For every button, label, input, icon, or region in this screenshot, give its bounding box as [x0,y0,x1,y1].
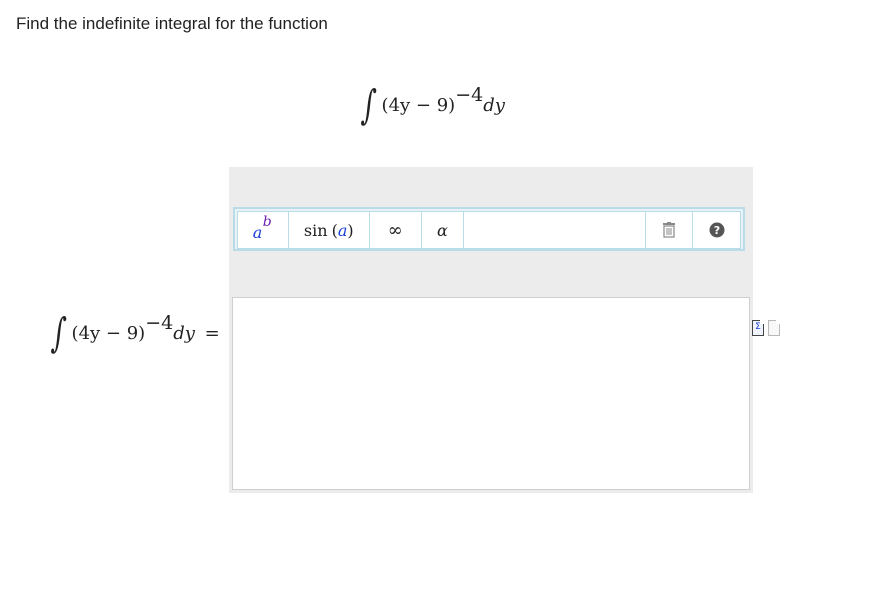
toolbar-spacer [464,211,646,249]
power-button[interactable]: a b [237,211,289,249]
integral-symbol: ∫ [359,82,378,130]
differential: dy [173,323,195,344]
clear-button[interactable] [645,211,694,249]
side-tools: Σ [752,320,780,336]
question-prompt: Find the indefinite integral for the fun… [16,14,328,33]
power-base: a [252,223,263,242]
integrand-body: (4y − 9) [71,323,146,344]
math-editor-panel: a b sin (a) ∞ α ? [229,167,753,493]
help-button[interactable]: ? [693,211,741,249]
greek-letters-button[interactable]: α [421,211,465,249]
svg-text:?: ? [713,224,719,237]
integral-symbol: ∫ [49,310,68,358]
answer-input[interactable] [232,297,750,490]
math-toolbar: a b sin (a) ∞ α ? [233,207,745,251]
power-exponent: b [262,214,272,230]
trash-icon [663,222,676,238]
function-argument: a [337,220,348,240]
sine-function-button[interactable]: sin (a) [288,211,370,249]
function-name: sin [303,220,328,240]
integral-expression-display: ∫ (4y − 9)−4dy [360,83,505,130]
formula-document-icon[interactable]: Σ [752,320,764,336]
infinity-button[interactable]: ∞ [369,211,422,249]
integrand-exponent: −4 [145,312,174,334]
differential: dy [483,95,505,116]
document-icon[interactable] [768,320,780,336]
integrand-exponent: −4 [455,84,484,106]
equals-sign: = [204,323,220,344]
answer-lhs-expression: ∫ (4y − 9)−4dy = [50,311,220,358]
function-close-paren: ) [347,220,354,240]
help-icon: ? [709,222,725,238]
integrand-body: (4y − 9) [381,95,456,116]
